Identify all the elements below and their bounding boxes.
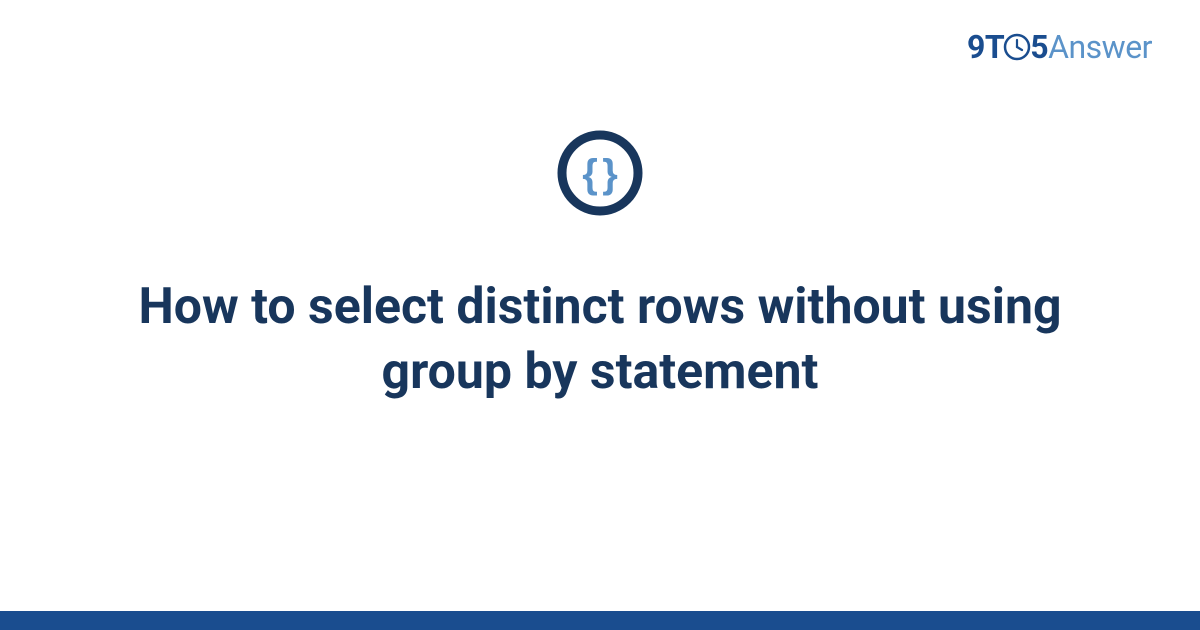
logo-part-five: 5 — [1030, 28, 1048, 66]
braces-circle-icon: { } — [557, 130, 643, 216]
clock-icon — [1003, 33, 1031, 61]
logo-part-answer: Answer — [1048, 28, 1152, 66]
logo-part-nine: 9 — [967, 28, 985, 66]
footer-accent-bar — [0, 611, 1200, 630]
svg-text:}: } — [602, 152, 618, 196]
svg-text:{: { — [582, 152, 598, 196]
logo-part-t: T — [985, 28, 1004, 66]
page-title: How to select distinct rows without usin… — [0, 275, 1200, 405]
site-logo: 9T 5Answer — [967, 28, 1152, 66]
